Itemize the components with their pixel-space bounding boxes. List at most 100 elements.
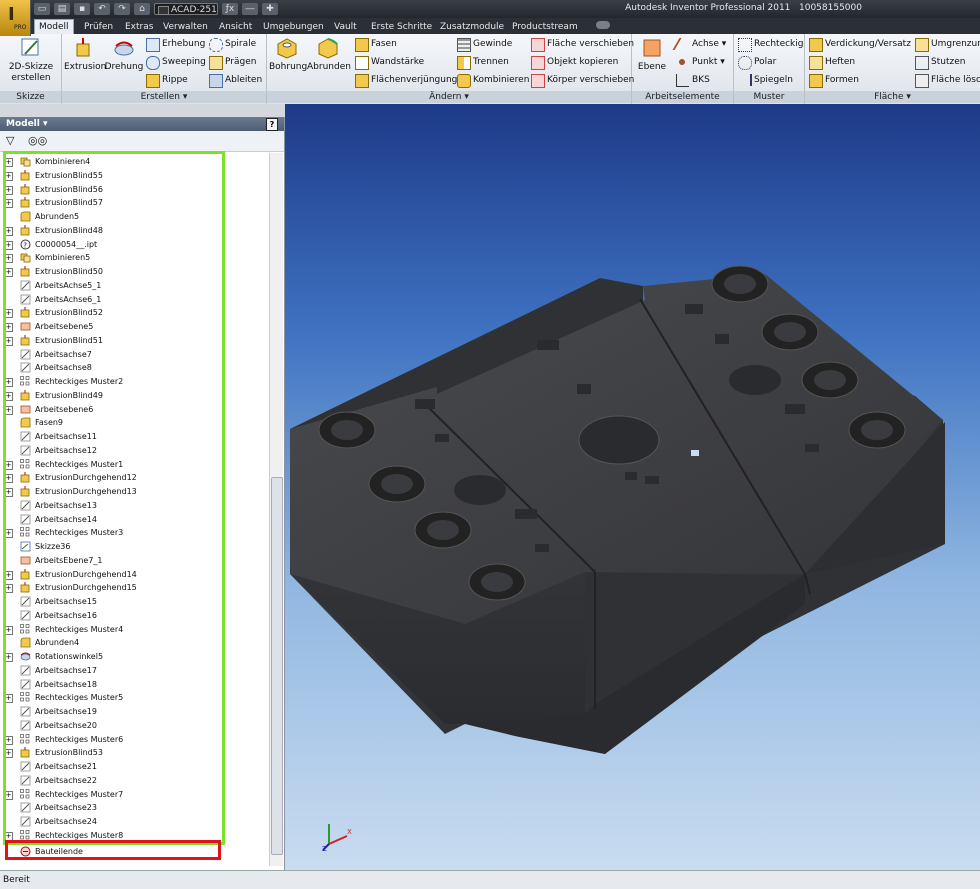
split-button[interactable]: Trennen [457,54,509,70]
expand-icon[interactable]: + [4,378,13,387]
tree-item[interactable]: Abrunden4 [0,636,260,649]
tree-item[interactable]: + Rechteckiges Muster6 [0,733,260,746]
undo-icon[interactable]: ↶ [94,3,110,15]
tree-item[interactable]: Abrunden5 [0,210,260,223]
ribbon-minimize-toggle[interactable] [596,21,610,29]
tree-item[interactable]: Arbeitsachse8 [0,361,260,374]
tree-item[interactable]: Arbeitsachse23 [0,801,260,814]
thicken-button[interactable]: Verdickung/Versatz [809,36,911,52]
expand-icon[interactable]: + [4,240,13,250]
move-face-button[interactable]: Fläche verschieben [531,36,634,52]
panel-label-erstellen[interactable]: Erstellen ▾ [62,91,266,103]
function-icon[interactable]: ƒx [222,3,238,15]
expand-icon[interactable]: + [4,625,13,635]
expand-icon[interactable]: + [4,391,13,401]
new-icon[interactable]: ▭ [34,3,50,15]
find-binoculars-icon[interactable]: ◎◎ [28,134,47,147]
tree-item[interactable]: + ExtrusionBlind57 [0,196,260,209]
tab-extras[interactable]: Extras [121,20,157,34]
thread-button[interactable]: Gewinde [457,36,512,52]
expand-icon[interactable]: + [4,226,13,236]
expand-icon[interactable]: + [4,199,13,209]
panel-label-aendern[interactable]: Ändern ▾ [267,91,631,103]
color-icon[interactable]: ✚ [262,3,278,15]
tree-item[interactable]: Arbeitsachse16 [0,609,260,622]
expand-icon[interactable]: + [4,460,13,470]
derive-button[interactable]: Ableiten [209,72,262,88]
fillet-button[interactable]: Abrunden [307,36,351,72]
tree-item[interactable]: + Rechteckiges Muster7 [0,788,260,801]
tree-item[interactable]: Arbeitsachse20 [0,719,260,732]
boundary-patch-button[interactable]: Umgrenzung [915,36,980,52]
tree-item[interactable]: Arbeitsachse21 [0,760,260,773]
rib-button[interactable]: Rippe [146,72,188,88]
tree-item[interactable]: + Rechteckiges Muster1 [0,458,260,471]
extrusion-button[interactable]: Extrusion [64,36,106,72]
expand-icon[interactable]: + [4,474,13,484]
move-bodies-button[interactable]: Körper verschieben [531,72,634,88]
sketch-button[interactable]: 2D-Skizze erstellen [4,36,58,84]
tree-item[interactable]: + ExtrusionBlind56 [0,183,260,196]
tree-item[interactable]: Arbeitsachse24 [0,815,260,828]
tree-item[interactable]: + ExtrusionBlind48 [0,224,260,237]
tree-item[interactable]: + ExtrusionDurchgehend14 [0,568,260,581]
browser-scrollbar[interactable] [269,153,283,866]
tab-modell[interactable]: Modell [34,19,74,34]
tab-verwalten[interactable]: Verwalten [159,20,212,34]
tree-item[interactable]: Fasen9 [0,416,260,429]
tree-item[interactable]: ArbeitsEbene7_1 [0,554,260,567]
tree-item[interactable]: Arbeitsachse13 [0,499,260,512]
browser-header[interactable]: Modell ▾ ? [0,117,284,131]
end-of-part-item[interactable]: Bauteilende [0,845,260,858]
expand-icon[interactable]: + [4,529,13,539]
expand-icon[interactable]: + [4,254,13,264]
tree-item[interactable]: Arbeitsachse7 [0,348,260,361]
expand-icon[interactable]: + [4,336,13,346]
tree-item[interactable]: + Rotationswinkel5 [0,650,260,663]
tree-item[interactable]: + ExtrusionDurchgehend15 [0,581,260,594]
expand-icon[interactable]: + [4,790,13,800]
revolve-button[interactable]: Drehung [104,36,144,72]
tab-zusatzmodule[interactable]: Zusatzmodule [436,20,508,34]
expand-icon[interactable]: + [4,749,13,759]
tree-item[interactable]: + Rechteckiges Muster5 [0,691,260,704]
stitch-button[interactable]: Heften [809,54,855,70]
face-draft-button[interactable]: Flächenverjüngung [355,72,457,88]
expand-icon[interactable]: + [4,171,13,181]
expand-icon[interactable]: + [4,309,13,319]
mirror-button[interactable]: Spiegeln [738,72,793,88]
panel-label-flaeche[interactable]: Fläche ▾ [805,91,980,103]
line-icon[interactable]: ― [242,3,258,15]
redo-icon[interactable]: ↷ [114,3,130,15]
tree-item[interactable]: ArbeitsAchse6_1 [0,293,260,306]
filter-icon[interactable]: ▽ [6,134,14,147]
tree-item[interactable]: Arbeitsachse14 [0,513,260,526]
tree-item[interactable]: + Rechteckiges Muster8 [0,829,260,842]
expand-icon[interactable]: + [4,488,13,497]
point-button[interactable]: Punkt ▾ [676,54,725,70]
tree-item[interactable]: + Rechteckiges Muster2 [0,375,260,388]
expand-icon[interactable]: + [4,831,13,841]
graphics-viewport[interactable]: X Z [285,104,980,870]
tree-item[interactable]: Arbeitsachse19 [0,705,260,718]
tree-item[interactable]: + Kombinieren5 [0,251,260,264]
sweep-button[interactable]: Sweeping [146,54,206,70]
select-icon[interactable]: ⌂ [134,3,150,15]
ucs-button[interactable]: BKS [676,72,710,88]
tree-item[interactable]: + ExtrusionBlind49 [0,389,260,402]
tab-productstream[interactable]: Productstream [508,20,582,34]
expand-icon[interactable]: + [4,185,13,195]
tree-item[interactable]: + Kombinieren4 [0,155,260,168]
tree-item[interactable]: + ExtrusionBlind51 [0,334,260,347]
hole-button[interactable]: Bohrung [269,36,307,72]
help-icon[interactable]: ? [266,118,278,131]
plane-button[interactable]: Ebene [636,36,668,72]
tree-item[interactable]: + Arbeitsebene6 [0,403,260,416]
shell-button[interactable]: Wandstärke [355,54,424,70]
tree-item[interactable]: + Rechteckiges Muster4 [0,623,260,636]
tree-item[interactable]: Arbeitsachse15 [0,595,260,608]
tree-item[interactable]: Arbeitsachse18 [0,678,260,691]
emboss-button[interactable]: Prägen [209,54,256,70]
tree-item[interactable]: +? C0000054__.ipt [0,238,260,251]
rectangular-pattern-button[interactable]: Rechteckig [738,36,803,52]
